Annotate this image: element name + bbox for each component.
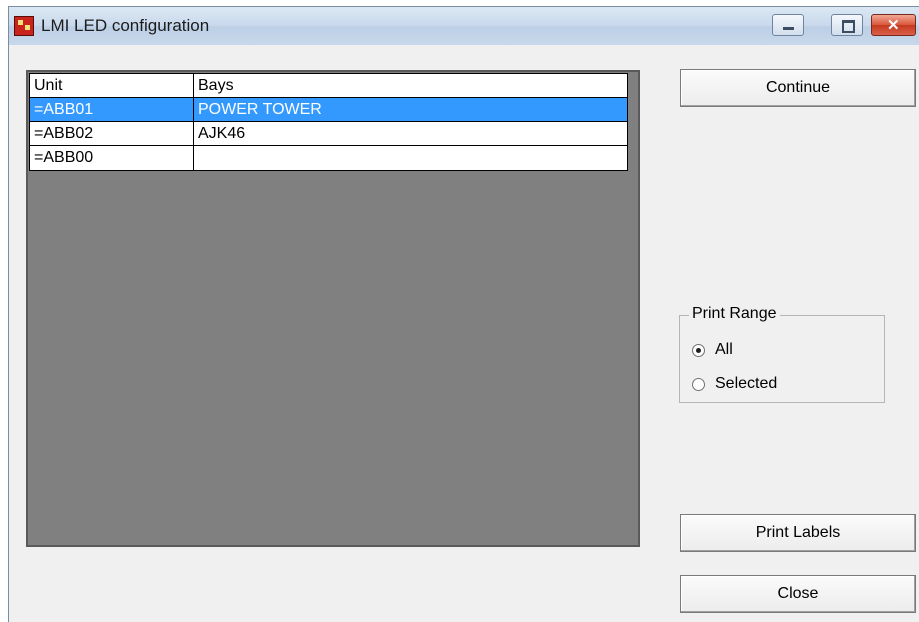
print-range-title: Print Range bbox=[689, 305, 780, 323]
radio-all-label: All bbox=[715, 341, 733, 358]
table-row[interactable]: =ABB01 POWER TOWER bbox=[30, 98, 627, 122]
print-labels-button[interactable]: Print Labels bbox=[680, 514, 916, 552]
maximize-icon[interactable] bbox=[831, 14, 863, 36]
bays-cell[interactable]: POWER TOWER bbox=[194, 98, 624, 121]
table-row[interactable]: =ABB00 bbox=[30, 146, 627, 170]
radio-all-option[interactable]: All bbox=[692, 340, 733, 360]
radio-selected-option[interactable]: Selected bbox=[692, 374, 777, 394]
dialog-window: LMI LED configuration Unit Bays =ABB01 P… bbox=[8, 6, 919, 622]
radio-selected-label: Selected bbox=[715, 375, 778, 392]
unit-cell[interactable]: =ABB01 bbox=[30, 98, 194, 121]
column-header-bays[interactable]: Bays bbox=[194, 74, 624, 97]
minimize-icon[interactable] bbox=[772, 14, 804, 36]
radio-selected[interactable] bbox=[692, 377, 705, 391]
title-bar[interactable]: LMI LED configuration bbox=[9, 7, 919, 45]
app-icon bbox=[14, 16, 34, 36]
print-range-group: Print Range All Selected bbox=[679, 305, 885, 403]
unit-bays-grid: Unit Bays =ABB01 POWER TOWER =ABB02 AJK4… bbox=[29, 73, 628, 171]
bays-cell[interactable] bbox=[194, 146, 624, 170]
continue-button[interactable]: Continue bbox=[680, 69, 916, 107]
radio-all[interactable] bbox=[692, 343, 705, 357]
unit-cell[interactable]: =ABB00 bbox=[30, 146, 194, 170]
unit-cell[interactable]: =ABB02 bbox=[30, 122, 194, 145]
close-icon[interactable] bbox=[871, 14, 916, 36]
window-title: LMI LED configuration bbox=[41, 16, 210, 35]
table-row[interactable]: =ABB02 AJK46 bbox=[30, 122, 627, 146]
unit-bays-grid-area: Unit Bays =ABB01 POWER TOWER =ABB02 AJK4… bbox=[26, 70, 640, 547]
column-header-unit[interactable]: Unit bbox=[30, 74, 194, 97]
grid-header-row: Unit Bays bbox=[30, 74, 627, 98]
close-button[interactable]: Close bbox=[680, 575, 916, 613]
bays-cell[interactable]: AJK46 bbox=[194, 122, 624, 145]
